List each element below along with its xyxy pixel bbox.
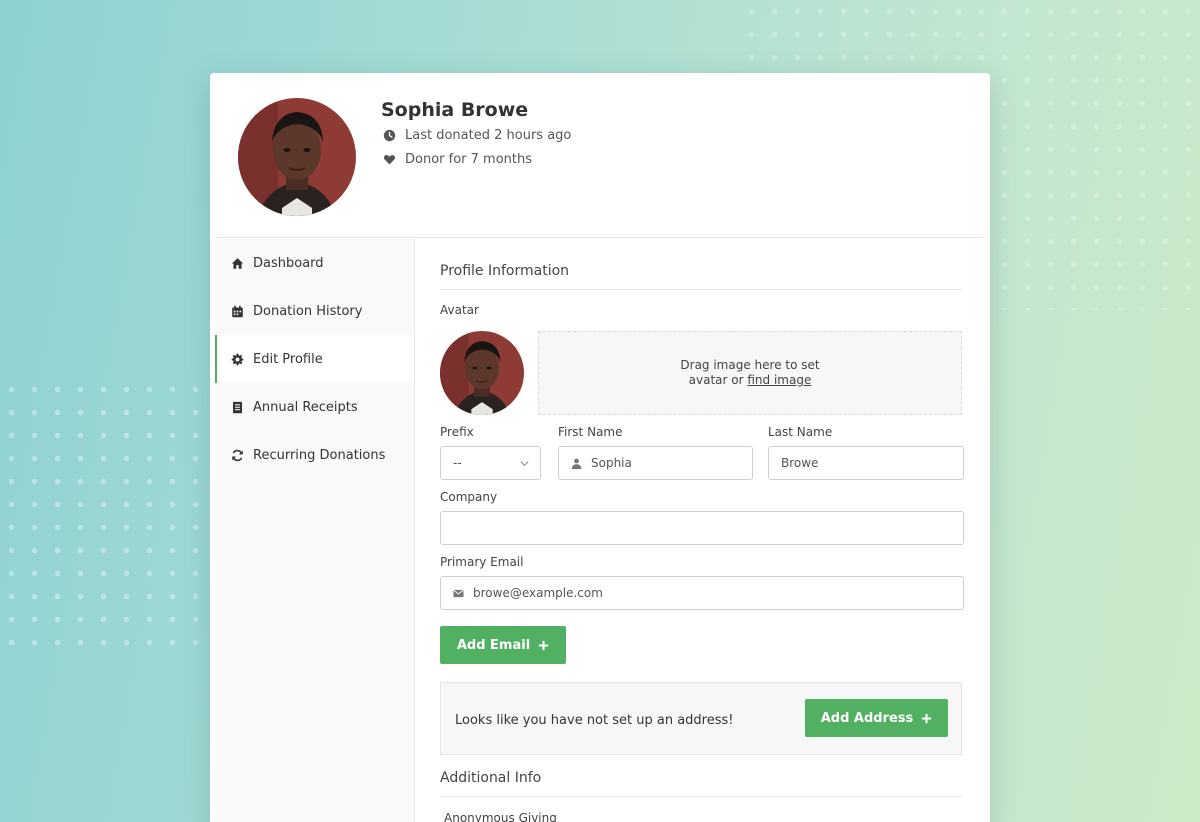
sidebar-item-annual-receipts[interactable]: Annual Receipts xyxy=(215,383,414,431)
last-name-label: Last Name xyxy=(768,425,833,439)
anonymous-giving-label: Anonymous Giving xyxy=(444,811,557,822)
sidebar-item-label: Recurring Donations xyxy=(253,447,386,463)
company-label: Company xyxy=(440,490,498,504)
add-email-button[interactable]: Add Email xyxy=(440,626,566,664)
email-value: browe@example.com xyxy=(473,586,603,600)
address-message: Looks like you have not set up an addres… xyxy=(455,713,734,728)
prefix-label: Prefix xyxy=(440,425,474,439)
sidebar-item-label: Annual Receipts xyxy=(253,399,358,415)
last-donated-meta: Last donated 2 hours ago xyxy=(383,128,571,143)
gear-icon xyxy=(231,353,244,365)
add-address-button[interactable]: Add Address xyxy=(805,699,948,737)
find-image-link[interactable]: find image xyxy=(747,373,811,387)
sidebar-item-donation-history[interactable]: Donation History xyxy=(215,287,414,335)
last-name-value: Browe xyxy=(781,456,819,470)
clock-icon xyxy=(383,129,396,142)
user-icon xyxy=(571,458,582,469)
avatar xyxy=(238,98,356,216)
dropzone-text-line2: avatar or find image xyxy=(689,373,812,388)
sidebar-item-label: Dashboard xyxy=(253,255,324,271)
donor-since-meta: Donor for 7 months xyxy=(383,152,532,167)
sidebar: Dashboard Donation History Edit Profile xyxy=(215,239,415,822)
background-dot-pattern xyxy=(0,378,210,658)
home-icon xyxy=(231,257,244,269)
sidebar-item-label: Edit Profile xyxy=(253,351,323,367)
plus-icon xyxy=(539,640,549,650)
sidebar-item-label: Donation History xyxy=(253,303,363,319)
company-field[interactable] xyxy=(440,511,964,545)
sidebar-item-edit-profile[interactable]: Edit Profile xyxy=(215,335,414,383)
add-email-label: Add Email xyxy=(456,637,531,653)
first-name-field[interactable]: Sophia xyxy=(558,446,753,480)
profile-card: Sophia Browe Last donated 2 hours ago Do… xyxy=(210,73,990,822)
profile-header: Sophia Browe Last donated 2 hours ago Do… xyxy=(215,73,985,238)
last-donated-text: Last donated 2 hours ago xyxy=(405,128,572,143)
dropzone-text: Drag image here to set xyxy=(680,358,820,372)
prefix-select-value: -- xyxy=(453,456,462,470)
avatar-label: Avatar xyxy=(440,303,479,317)
donor-since-text: Donor for 7 months xyxy=(405,152,533,167)
avatar-dropzone[interactable]: Drag image here to set avatar or find im… xyxy=(538,331,962,415)
dropzone-text-prefix: avatar or xyxy=(688,373,748,387)
chevron-down-icon xyxy=(520,461,529,467)
first-name-value: Sophia xyxy=(591,456,632,470)
section-title-additional: Additional Info xyxy=(440,770,962,797)
heart-icon xyxy=(383,155,396,165)
sidebar-item-dashboard[interactable]: Dashboard xyxy=(215,239,414,287)
plus-icon xyxy=(922,713,932,723)
user-name: Sophia Browe xyxy=(381,99,529,121)
primary-email-label: Primary Email xyxy=(440,555,524,569)
address-empty-state: Looks like you have not set up an addres… xyxy=(440,682,962,755)
add-address-label: Add Address xyxy=(820,710,914,726)
refresh-icon xyxy=(232,449,243,461)
envelope-icon xyxy=(453,589,464,597)
sidebar-item-recurring-donations[interactable]: Recurring Donations xyxy=(215,431,414,479)
prefix-select[interactable]: -- xyxy=(440,446,541,480)
last-name-field[interactable]: Browe xyxy=(768,446,964,480)
avatar-preview xyxy=(440,331,524,415)
calendar-icon xyxy=(232,305,243,317)
receipt-icon xyxy=(233,401,242,413)
first-name-label: First Name xyxy=(558,425,623,439)
email-field[interactable]: browe@example.com xyxy=(440,576,964,610)
section-title-profile: Profile Information xyxy=(440,263,962,290)
